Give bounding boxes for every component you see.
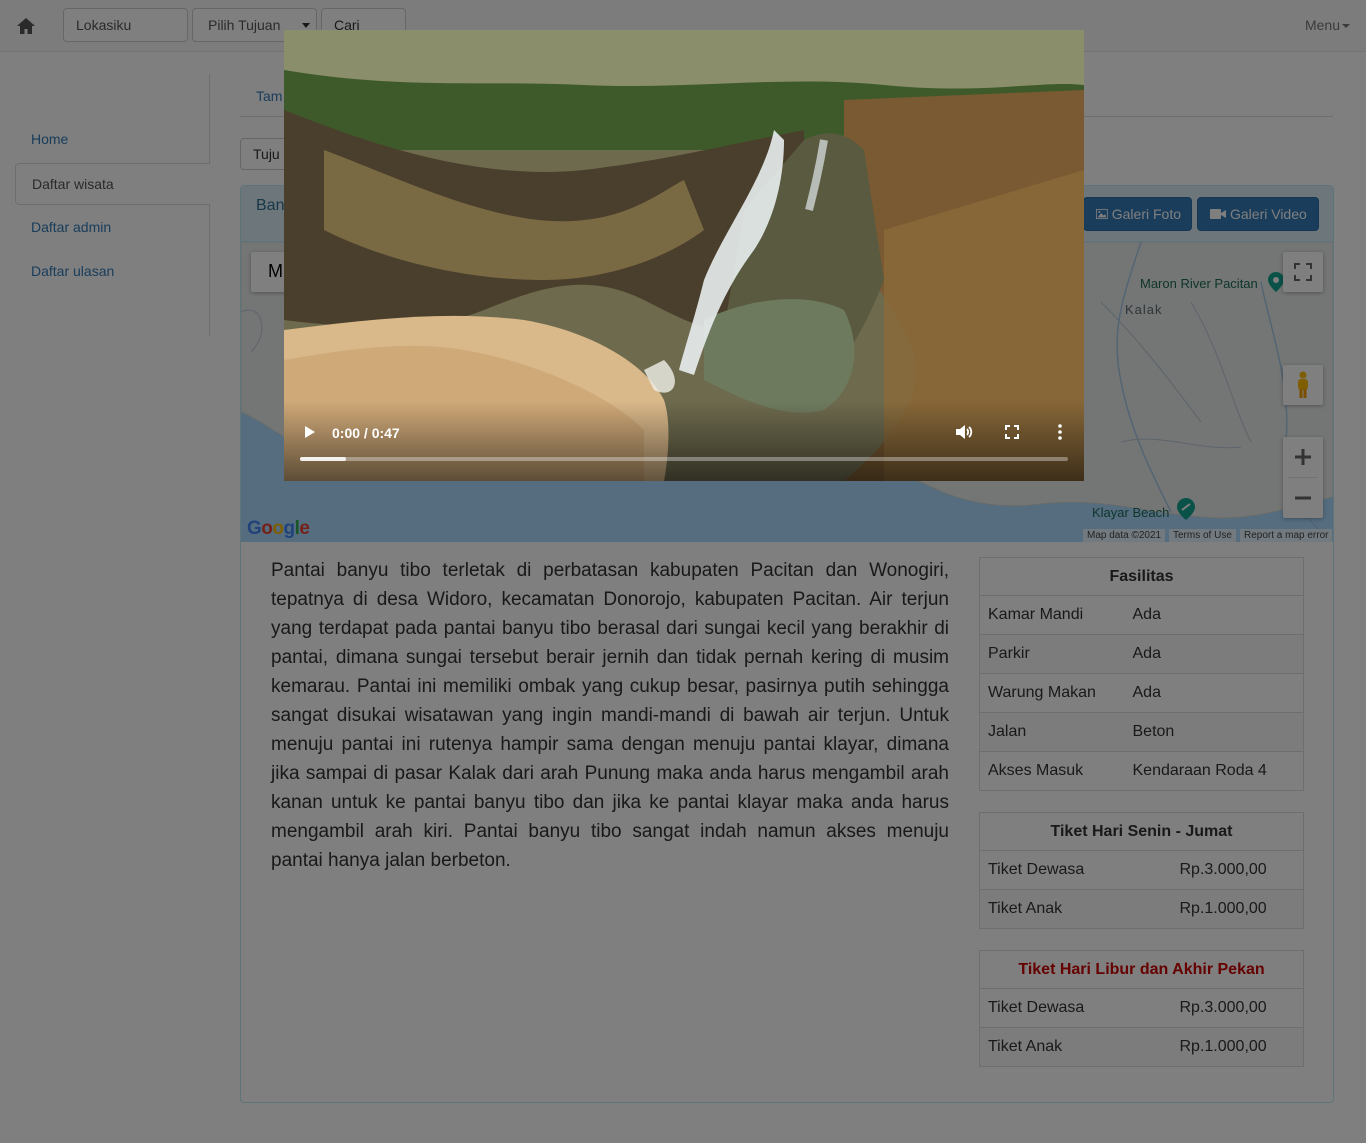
video-progress-bar[interactable] [300, 457, 1068, 461]
video-more-button[interactable] [1048, 420, 1072, 444]
more-options-icon [1058, 424, 1062, 440]
volume-icon [956, 425, 973, 439]
video-player[interactable]: 0:00 / 0:47 [284, 30, 1084, 481]
video-progress-fill [300, 457, 347, 461]
video-time: 0:00 / 0:47 [332, 425, 400, 441]
volume-button[interactable] [952, 420, 976, 444]
play-button[interactable] [298, 420, 322, 444]
fullscreen-icon [1005, 425, 1019, 439]
play-icon [305, 426, 315, 438]
video-fullscreen-button[interactable] [1000, 420, 1024, 444]
